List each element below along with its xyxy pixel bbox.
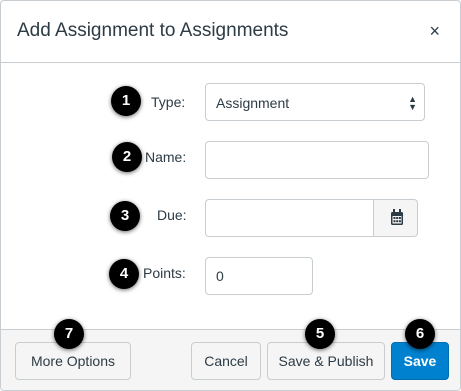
dialog-header: Add Assignment to Assignments × xyxy=(1,1,460,63)
calendar-icon xyxy=(391,209,403,225)
due-label: Due: xyxy=(157,207,187,223)
type-select[interactable]: Assignment ▲ ▼ xyxy=(205,83,425,121)
callout-badge-1: 1 xyxy=(111,86,141,116)
name-input[interactable] xyxy=(205,141,429,179)
callout-badge-6: 6 xyxy=(405,319,435,349)
dialog-title: Add Assignment to Assignments xyxy=(17,20,289,41)
callout-badge-5: 5 xyxy=(305,319,335,349)
add-assignment-dialog: Add Assignment to Assignments × 1 Type: … xyxy=(0,0,461,391)
points-input[interactable] xyxy=(205,257,313,295)
select-arrows-icon: ▲ ▼ xyxy=(408,94,417,112)
points-label: Points: xyxy=(143,265,186,281)
callout-badge-7: 7 xyxy=(54,319,84,349)
type-label: Type: xyxy=(151,94,186,110)
close-icon[interactable]: × xyxy=(429,21,440,41)
name-label: Name: xyxy=(145,149,187,165)
due-date-input[interactable] xyxy=(205,199,373,237)
cancel-button[interactable]: Cancel xyxy=(191,342,261,380)
callout-badge-4: 4 xyxy=(109,259,139,289)
callout-badge-3: 3 xyxy=(110,201,140,231)
callout-badge-2: 2 xyxy=(112,142,142,172)
calendar-button[interactable] xyxy=(373,199,418,237)
type-select-value: Assignment xyxy=(216,95,290,111)
